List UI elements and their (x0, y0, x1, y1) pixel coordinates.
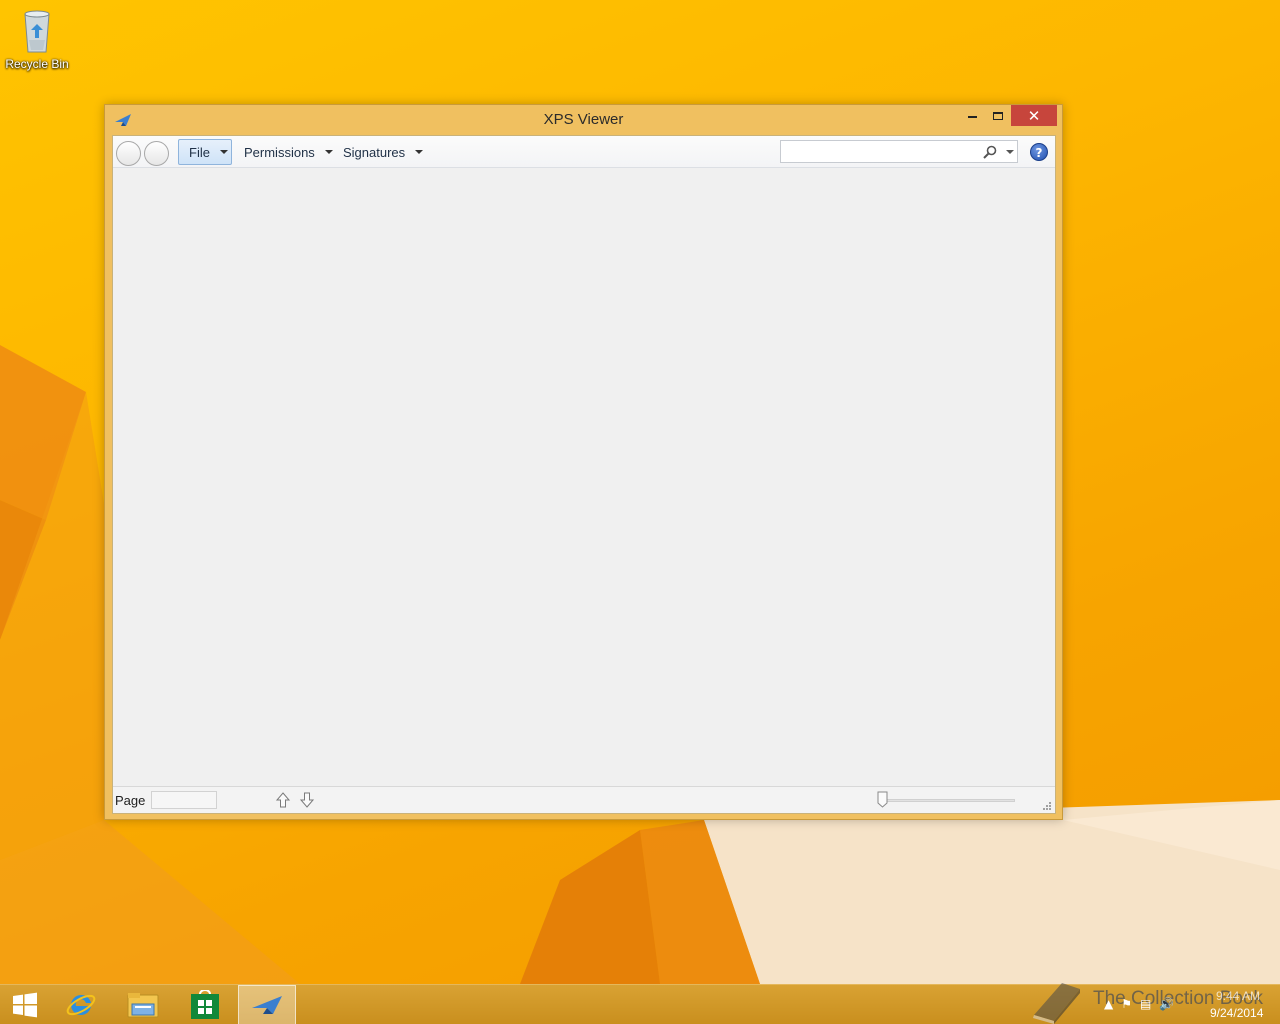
file-menu-label: File (189, 144, 210, 160)
search-icon[interactable] (983, 145, 997, 159)
show-hidden-icons-icon[interactable]: ▲ (1104, 997, 1113, 1011)
start-button[interactable] (0, 985, 50, 1024)
resize-grip-icon[interactable] (1042, 801, 1052, 811)
page-label: Page (115, 793, 146, 808)
close-icon: ✕ (1027, 106, 1041, 125)
title-bar[interactable]: XPS Viewer ✕ (105, 105, 1062, 135)
signatures-menu[interactable]: Signatures (333, 139, 429, 165)
recycle-bin-icon (24, 10, 50, 53)
clock-date[interactable]: 9/24/2014 (1210, 1006, 1263, 1020)
desktop-icon-label: Recycle Bin (5, 57, 69, 71)
store-icon (191, 990, 219, 1019)
minimize-button[interactable] (959, 105, 985, 126)
chevron-down-icon (415, 150, 424, 154)
file-explorer-icon (127, 993, 159, 1018)
taskbar-xps-viewer[interactable] (238, 985, 296, 1024)
next-page-icon[interactable] (299, 791, 315, 809)
navigation-buttons (116, 140, 172, 166)
maximize-button[interactable] (985, 105, 1011, 126)
forward-button[interactable] (144, 141, 169, 166)
zoom-slider-thumb[interactable] (877, 791, 888, 808)
toolbar: File Permissions Signatures ? (113, 136, 1055, 168)
permissions-menu-label: Permissions (244, 144, 315, 160)
signatures-menu-label: Signatures (343, 144, 406, 160)
search-input[interactable] (785, 143, 975, 160)
system-tray: ▲ ⚑ ▤ 🔊 (1104, 994, 1174, 1014)
action-center-flag-icon[interactable]: ⚑ (1121, 997, 1132, 1011)
status-bar: Page (113, 786, 1055, 813)
close-button[interactable]: ✕ (1011, 105, 1057, 126)
back-button[interactable] (116, 141, 141, 166)
xps-viewer-window: XPS Viewer ✕ File Permissions Signatures… (104, 104, 1063, 820)
help-button[interactable]: ? (1030, 143, 1048, 161)
page-number-field[interactable] (151, 791, 217, 809)
volume-icon[interactable]: 🔊 (1159, 997, 1174, 1011)
client-area: File Permissions Signatures ? Page (112, 135, 1056, 814)
chevron-down-icon (324, 150, 333, 154)
document-area[interactable] (113, 169, 1055, 786)
network-icon[interactable]: ▤ (1140, 997, 1151, 1011)
minimize-icon (967, 116, 977, 118)
xps-viewer-icon (252, 996, 282, 1014)
maximize-icon (993, 111, 1003, 120)
clock-time[interactable]: 9:44 AM (1216, 989, 1260, 1003)
zoom-slider-track[interactable] (883, 799, 1015, 802)
search-dropdown-icon[interactable] (1006, 150, 1014, 154)
taskbar-file-explorer[interactable] (120, 985, 166, 1024)
desktop-icon-recycle-bin[interactable]: Recycle Bin (4, 6, 70, 76)
search-box (780, 140, 1018, 163)
chevron-down-icon (219, 150, 228, 154)
window-title: XPS Viewer (543, 111, 624, 128)
windows-logo-icon (13, 992, 37, 1018)
permissions-menu[interactable]: Permissions (234, 139, 339, 165)
file-menu[interactable]: File (178, 139, 232, 165)
taskbar-store[interactable] (182, 985, 228, 1024)
previous-page-icon[interactable] (275, 791, 291, 809)
taskbar-internet-explorer[interactable] (58, 985, 104, 1024)
internet-explorer-icon (66, 994, 96, 1016)
